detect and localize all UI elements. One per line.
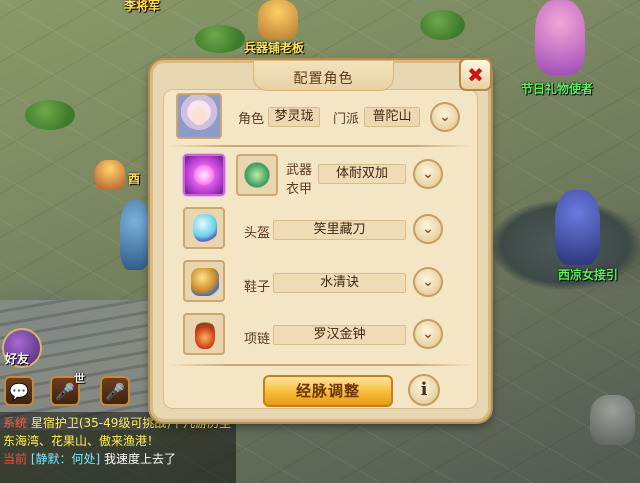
chat-tag-system: 系统 [3, 416, 28, 430]
team-voice-button[interactable]: 🎤 [100, 376, 130, 406]
shoes-label: 鞋子 [244, 280, 271, 295]
shoes-value: 水清诀 [273, 273, 406, 293]
chat-line: 当前 [静默：何处] 我速度上去了 [3, 450, 233, 468]
close-button[interactable]: ✖ [459, 58, 492, 91]
shoes-dropdown-button[interactable]: ⌄ [413, 267, 443, 297]
necklace-value: 罗汉金钟 [273, 325, 406, 345]
chat-panel[interactable]: 系统 星宿护卫(35-49级可挑战)下凡游历至东海湾、花果山、傲来渔港！ 当前 … [0, 412, 236, 483]
chevron-down-icon: ⌄ [422, 166, 434, 182]
character-portrait [176, 93, 222, 139]
chevron-down-icon: ⌄ [422, 274, 434, 290]
chevron-down-icon: ⌄ [422, 221, 434, 237]
divider [168, 145, 473, 147]
necklace-dropdown-button[interactable]: ⌄ [413, 319, 443, 349]
weapon-armor-value: 体耐双加 [318, 164, 406, 184]
portrait-face [191, 107, 207, 125]
magic-orb-icon [193, 164, 215, 186]
helmet-dropdown-button[interactable]: ⌄ [413, 214, 443, 244]
npc-name-general: 李将军 [124, 0, 161, 13]
necklace-icon [195, 321, 215, 349]
chat-text: 我速度上去了 [104, 452, 177, 466]
weapon-armor-dropdown-button[interactable]: ⌄ [413, 159, 443, 189]
helmet-value: 笑里藏刀 [273, 220, 406, 240]
stone-lion-statue [590, 395, 635, 445]
shrub [195, 25, 245, 53]
school-value: 普陀山 [364, 107, 420, 127]
school-dropdown-button[interactable]: ⌄ [430, 102, 460, 132]
npc-gift-envoy[interactable] [535, 0, 585, 75]
boots-icon [191, 268, 219, 296]
chat-sender[interactable]: [静默：何处] [31, 452, 100, 466]
npc-name-gift-envoy: 节日礼物使者 [521, 82, 594, 96]
npc-small[interactable] [95, 160, 125, 190]
armor-slot[interactable] [236, 154, 278, 196]
close-icon: ✖ [467, 62, 484, 87]
armor-label: 衣甲 [286, 182, 313, 197]
chat-tag-current: 当前 [3, 452, 28, 466]
weapon-slot[interactable] [183, 154, 225, 196]
npc-xiliang-guide[interactable] [555, 190, 600, 265]
chevron-down-icon: ⌄ [422, 326, 434, 342]
shrub [25, 100, 75, 130]
meridian-adjust-button[interactable]: 经脉调整 [263, 375, 393, 407]
helmet-slot[interactable] [183, 207, 225, 249]
divider [168, 364, 473, 366]
npc-weapon-merchant[interactable] [258, 0, 298, 40]
role-value: 梦灵珑 [268, 107, 320, 127]
helmet-label: 头盔 [244, 226, 271, 241]
info-button[interactable]: i [408, 374, 440, 406]
npc-name-partial: 酉 [128, 172, 141, 186]
npc-name-weapon-merchant: 兵器铺老板 [244, 41, 305, 55]
microphone-icon: 🎤 [105, 381, 125, 401]
microphone-icon: 🎤 [55, 381, 75, 401]
weapon-label: 武器 [286, 163, 313, 178]
world-voice-label: 世 [74, 372, 85, 385]
dialog-title: 配置角色 [293, 71, 354, 87]
npc-left[interactable] [120, 200, 150, 270]
chat-button[interactable]: 💬 [4, 376, 34, 406]
friend-label: 好友 [5, 352, 30, 366]
necklace-slot[interactable] [183, 313, 225, 355]
armor-icon [244, 162, 270, 188]
chevron-down-icon: ⌄ [439, 109, 451, 125]
shoes-slot[interactable] [183, 260, 225, 302]
school-label: 门派 [333, 112, 360, 127]
necklace-label: 项链 [244, 332, 271, 347]
role-label: 角色 [238, 112, 265, 127]
helmet-icon [193, 214, 217, 242]
shrub [420, 10, 465, 40]
npc-name-xiliang-guide: 西凉女接引 [558, 268, 619, 282]
chat-bubble-icon: 💬 [9, 381, 29, 401]
